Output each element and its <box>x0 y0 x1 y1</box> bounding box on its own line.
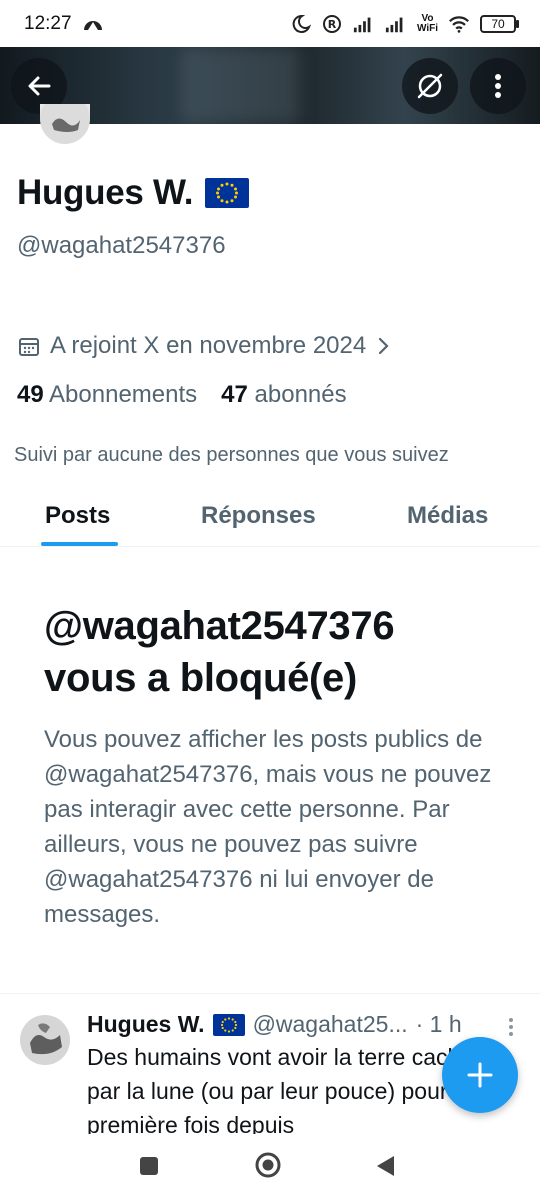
vpn-icon <box>83 21 102 30</box>
vertical-dots-icon <box>509 1018 513 1036</box>
blocked-description: Vous pouvez afficher les posts publics d… <box>44 726 492 928</box>
follow-stats: 49 Abonnements 47 abonnés <box>17 381 347 409</box>
followed-by-text: Suivi par aucune des personnes que vous … <box>14 444 449 466</box>
status-bar: 12:27 R Vo WiFi 70 <box>0 0 540 48</box>
followers-count: 47 <box>221 381 248 408</box>
system-nav-bar <box>0 1134 540 1199</box>
tweet-more-button[interactable] <box>506 1016 516 1045</box>
following-count: 49 <box>17 381 44 408</box>
slashed-circle-icon <box>417 73 443 99</box>
moon-icon <box>292 14 311 33</box>
tweet-header: Hugues W. @wagahat25... · 1 h <box>87 1011 462 1038</box>
home-button[interactable] <box>255 1152 281 1178</box>
joined-text: A rejoint X en novembre 2024 <box>50 332 367 359</box>
profile-name-row: Hugues W. <box>17 173 250 213</box>
svg-text:R: R <box>328 18 337 31</box>
tweet-author-name[interactable]: Hugues W. <box>87 1011 205 1038</box>
divider <box>0 993 540 994</box>
tab-media[interactable]: Médias <box>407 502 488 530</box>
more-options-button[interactable] <box>470 58 526 114</box>
battery-indicator: 70 <box>480 15 519 33</box>
arrow-left-icon <box>28 76 51 96</box>
blocked-title-line2: vous a bloqué(e) <box>44 656 358 700</box>
vertical-dots-icon <box>495 74 501 98</box>
profile-avatar[interactable] <box>40 104 90 144</box>
tweet-author-handle: @wagahat25... <box>252 1011 408 1037</box>
profile-tabs: Posts Réponses Médias <box>0 488 540 547</box>
tab-posts[interactable]: Posts <box>45 502 110 530</box>
tweet-avatar[interactable] <box>20 1015 70 1065</box>
system-back-button[interactable] <box>374 1154 396 1178</box>
avatar-image <box>20 1015 70 1065</box>
active-tab-indicator <box>41 542 118 546</box>
blocked-title-line1: @wagahat2547376 <box>44 604 395 648</box>
followers-label: abonnés <box>254 381 347 408</box>
joined-date-row[interactable]: A rejoint X en novembre 2024 <box>18 332 390 360</box>
status-right: R Vo WiFi 70 <box>289 14 519 34</box>
status-left: 12:27 <box>24 13 104 35</box>
display-name: Hugues W. <box>17 173 194 212</box>
recent-apps-button[interactable] <box>140 1157 158 1175</box>
wifi-icon <box>449 16 469 33</box>
profile-handle: @wagahat2547376 <box>17 232 226 259</box>
eu-flag-icon <box>212 1013 245 1036</box>
volte-label: Vo WiFi <box>417 14 438 34</box>
compose-post-button[interactable] <box>442 1037 518 1113</box>
following-link[interactable]: 49 Abonnements <box>17 381 197 409</box>
volte-bottom: WiFi <box>416 23 438 34</box>
chevron-right-icon <box>379 337 389 355</box>
status-time: 12:27 <box>24 13 72 34</box>
plus-icon <box>467 1062 493 1088</box>
following-label: Abonnements <box>49 381 198 408</box>
avatar-image <box>40 104 90 144</box>
eu-flag-icon <box>205 178 250 208</box>
tab-replies[interactable]: Réponses <box>201 502 316 530</box>
registered-icon: R <box>322 15 341 33</box>
tweet-text: Des humains vont avoir la terre cachée p… <box>87 1044 486 1138</box>
signal-icon-2 <box>385 17 403 33</box>
followers-link[interactable]: 47 abonnés <box>221 381 346 409</box>
calendar-icon <box>19 338 39 356</box>
blocked-title: @wagahat2547376 vous a bloqué(e) <box>44 600 514 704</box>
signal-icon <box>353 17 371 33</box>
tweet-timestamp: · 1 h <box>415 1011 462 1037</box>
blocked-status-button[interactable] <box>402 58 458 114</box>
